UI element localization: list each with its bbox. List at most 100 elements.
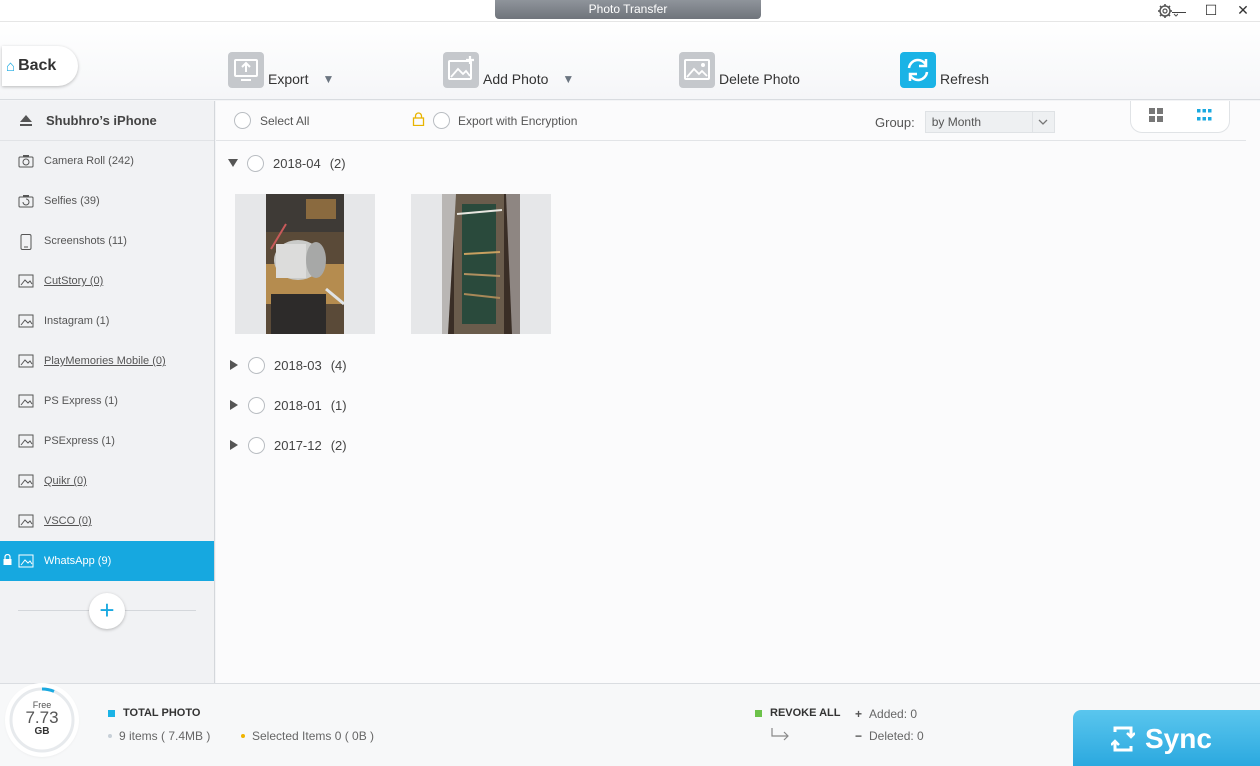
- revoke-all-button[interactable]: REVOKE ALL: [755, 707, 841, 719]
- deleted-count: − Deleted: 0: [855, 729, 924, 743]
- device-header[interactable]: Shubhro’s iPhone: [0, 101, 214, 141]
- month-group-2017-12[interactable]: 2017-12 (2): [228, 435, 347, 455]
- image-icon: [18, 394, 34, 408]
- month-count: (4): [330, 357, 347, 373]
- month-checkbox[interactable]: [248, 436, 265, 454]
- small-grid-view-button[interactable]: [1180, 101, 1229, 132]
- sidebar-item-label: PlayMemories Mobile (0): [44, 355, 166, 367]
- refresh-button[interactable]: Refresh: [900, 48, 989, 88]
- sidebar-item-label: Instagram (1): [44, 315, 110, 327]
- group-select[interactable]: by Month: [924, 111, 1055, 133]
- sidebar-item-screenshots[interactable]: Screenshots (11): [0, 221, 214, 261]
- collapse-arrow-icon[interactable]: [228, 159, 238, 167]
- month-group-2018-01[interactable]: 2018-01 (1): [228, 395, 347, 415]
- large-grid-view-button[interactable]: [1131, 101, 1180, 132]
- add-album-button[interactable]: +: [89, 593, 125, 629]
- sidebar-item-whatsapp[interactable]: WhatsApp (9): [0, 541, 214, 581]
- sidebar-item-ps-express[interactable]: PS Express (1): [0, 381, 214, 421]
- image-icon: [18, 514, 34, 528]
- sidebar-item-label: WhatsApp (9): [44, 555, 112, 567]
- padlock-icon: [412, 112, 425, 129]
- large-grid-icon: [1148, 108, 1163, 125]
- refresh-icon: [900, 52, 936, 88]
- select-all-control[interactable]: Select All: [234, 112, 309, 129]
- expand-arrow-icon[interactable]: [230, 360, 238, 370]
- photo-image: [442, 194, 520, 334]
- month-count: (2): [329, 155, 346, 171]
- minimize-button[interactable]: —: [1170, 3, 1188, 19]
- sidebar-item-psexpress[interactable]: PSExpress (1): [0, 421, 214, 461]
- sidebar-item-vsco[interactable]: VSCO (0): [0, 501, 214, 541]
- window-title: Photo Transfer: [495, 0, 761, 19]
- toolbar: ⌂ Back Export ▼ Add Photo ▼ Delete Photo…: [0, 22, 1260, 100]
- sidebar-item-quikr[interactable]: Quikr (0): [0, 461, 214, 501]
- sidebar-item-label: PSExpress (1): [44, 435, 115, 447]
- total-photo-label: TOTAL PHOTO: [123, 707, 201, 719]
- sync-icon: [1110, 726, 1136, 752]
- expand-arrow-icon[interactable]: [230, 400, 238, 410]
- close-button[interactable]: ✕: [1234, 2, 1252, 19]
- maximize-button[interactable]: ☐: [1202, 2, 1220, 19]
- sidebar-item-cutstory[interactable]: CutStory (0): [0, 261, 214, 301]
- deleted-text: Deleted: 0: [869, 729, 924, 743]
- sync-button[interactable]: Sync: [1073, 710, 1260, 766]
- month-count: (2): [330, 437, 347, 453]
- sidebar-item-label: Quikr (0): [44, 475, 87, 487]
- add-photo-dropdown-icon[interactable]: ▼: [562, 72, 574, 88]
- export-button[interactable]: Export ▼: [228, 48, 334, 88]
- photo-thumbnail[interactable]: [235, 194, 375, 334]
- phone-icon: [18, 234, 34, 250]
- status-footer: Free 7.73 GB TOTAL PHOTO 9 items ( 7.4MB…: [0, 683, 1260, 766]
- sidebar-item-label: Selfies (39): [44, 195, 100, 207]
- items-text: 9 items ( 7.4MB ): [119, 729, 211, 743]
- month-group-2018-04[interactable]: 2018-04 (2): [228, 153, 346, 173]
- select-all-checkbox[interactable]: [234, 112, 251, 129]
- add-photo-label: Add Photo: [483, 71, 549, 87]
- chevron-down-icon[interactable]: [1031, 112, 1054, 132]
- sidebar-item-camera-roll[interactable]: Camera Roll (242): [0, 141, 214, 181]
- add-album-area: +: [18, 591, 196, 631]
- export-encryption-control[interactable]: Export with Encryption: [412, 112, 577, 129]
- delete-photo-button[interactable]: Delete Photo: [679, 48, 800, 88]
- minus-icon: −: [855, 729, 863, 743]
- month-count: (1): [330, 397, 347, 413]
- title-bar: Photo Transfer — ☐ ✕: [0, 0, 1260, 22]
- image-icon: [18, 354, 34, 368]
- group-control: Group: by Month: [875, 111, 1055, 133]
- sync-label: Sync: [1145, 722, 1212, 754]
- lock-icon: [3, 553, 12, 568]
- sidebar-item-label: CutStory (0): [44, 275, 104, 287]
- export-dropdown-icon[interactable]: ▼: [322, 72, 334, 88]
- add-photo-button[interactable]: Add Photo ▼: [443, 48, 574, 88]
- refresh-label: Refresh: [940, 71, 990, 87]
- storage-indicator: Free 7.73 GB: [8, 686, 76, 754]
- month-checkbox[interactable]: [248, 356, 265, 374]
- device-name: Shubhro’s iPhone: [46, 113, 157, 128]
- month-group-2018-03[interactable]: 2018-03 (4): [228, 355, 347, 375]
- sidebar-item-label: Screenshots (11): [44, 235, 127, 247]
- revoke-arrow-icon: [770, 727, 792, 746]
- export-label: Export: [268, 71, 309, 87]
- sidebar-item-label: Camera Roll (242): [44, 155, 134, 167]
- revoke-square-icon: [755, 709, 762, 717]
- export-encryption-checkbox[interactable]: [433, 112, 450, 129]
- selfie-camera-icon: [18, 194, 34, 208]
- back-button[interactable]: ⌂ Back: [2, 46, 78, 86]
- month-checkbox[interactable]: [248, 396, 265, 414]
- delete-photo-label: Delete Photo: [719, 71, 800, 87]
- photo-thumbnail[interactable]: [411, 194, 551, 334]
- view-toggle: [1130, 101, 1230, 133]
- eject-icon[interactable]: [20, 115, 32, 126]
- sidebar-item-instagram[interactable]: Instagram (1): [0, 301, 214, 341]
- expand-arrow-icon[interactable]: [230, 440, 238, 450]
- delete-photo-icon: [679, 52, 715, 88]
- image-icon: [18, 474, 34, 488]
- content-header: Select All Export with Encryption Group:…: [216, 101, 1246, 141]
- added-text: Added: 0: [869, 707, 918, 721]
- sidebar-item-playmemories[interactable]: PlayMemories Mobile (0): [0, 341, 214, 381]
- sidebar-item-selfies[interactable]: Selfies (39): [0, 181, 214, 221]
- select-all-label: Select All: [260, 113, 310, 128]
- month-checkbox[interactable]: [247, 154, 264, 172]
- plus-icon: +: [855, 707, 863, 721]
- total-photo-heading: TOTAL PHOTO: [108, 707, 200, 719]
